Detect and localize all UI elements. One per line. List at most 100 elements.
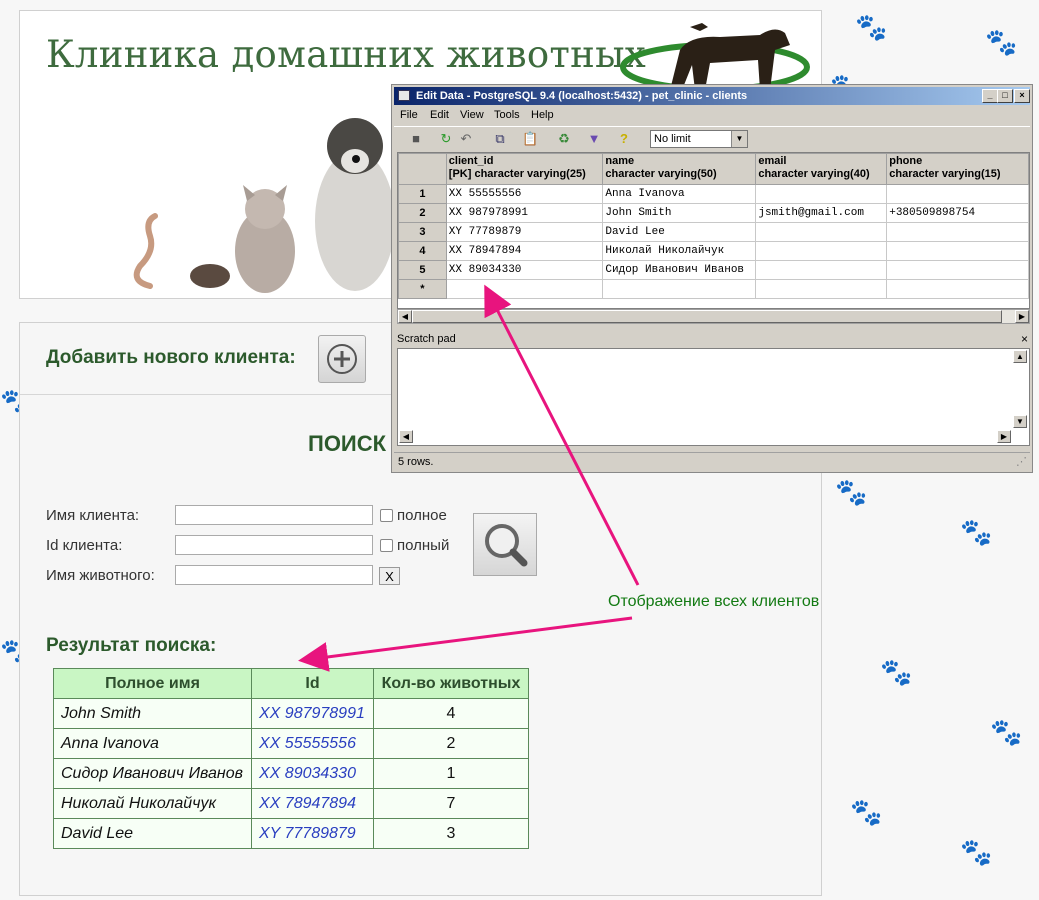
maximize-button[interactable]: □ bbox=[997, 89, 1013, 103]
grid-corner[interactable] bbox=[398, 153, 447, 185]
client-name-input[interactable] bbox=[175, 505, 373, 525]
scroll-right-icon[interactable]: ▶ bbox=[1015, 310, 1029, 323]
paw-print-icon: 🐾 bbox=[850, 798, 883, 828]
paw-print-icon: 🐾 bbox=[960, 838, 993, 868]
copy-icon[interactable]: ⧉ bbox=[492, 131, 508, 147]
new-row: * bbox=[398, 279, 1029, 299]
menu-help[interactable]: Help bbox=[531, 109, 554, 121]
scroll-left-icon[interactable]: ◀ bbox=[399, 430, 413, 443]
grid-cell[interactable]: John Smith bbox=[602, 203, 757, 223]
scroll-right-icon[interactable]: ▶ bbox=[997, 430, 1011, 443]
client-name-cell: Anna Ivanova bbox=[53, 728, 252, 759]
grid-cell[interactable] bbox=[445, 279, 604, 299]
row-number[interactable]: 5 bbox=[398, 260, 447, 280]
plus-icon bbox=[327, 344, 357, 374]
save-icon[interactable]: ■ bbox=[408, 131, 424, 147]
menu-tools[interactable]: Tools bbox=[494, 109, 520, 121]
row-number[interactable]: 1 bbox=[398, 184, 447, 204]
grid-cell[interactable]: XY 77789879 bbox=[445, 222, 604, 242]
grid-cell[interactable] bbox=[886, 184, 1029, 204]
chevron-down-icon: ▼ bbox=[731, 131, 747, 147]
table-row: Николай Николайчук XX 78947894 7 bbox=[53, 788, 529, 819]
scroll-left-icon[interactable]: ◀ bbox=[398, 310, 412, 323]
refresh-icon[interactable]: ↻ bbox=[438, 131, 454, 147]
grid-cell[interactable]: Anna Ivanova bbox=[602, 184, 757, 204]
grid-cell[interactable]: XX 987978991 bbox=[445, 203, 604, 223]
client-id-input[interactable] bbox=[175, 535, 373, 555]
client-id-link[interactable]: XX 89034330 bbox=[251, 758, 374, 789]
minimize-button[interactable]: _ bbox=[982, 89, 998, 103]
row-limit-select[interactable]: No limit ▼ bbox=[650, 130, 748, 148]
client-id-link[interactable]: XY 77789879 bbox=[251, 818, 374, 849]
table-row: Anna Ivanova XX 55555556 2 bbox=[53, 728, 529, 759]
grid-cell[interactable] bbox=[755, 279, 888, 299]
paw-print-icon: 🐾 bbox=[960, 518, 993, 548]
grid-cell[interactable]: Сидор Иванович Иванов bbox=[602, 260, 757, 280]
grid-cell[interactable] bbox=[755, 241, 888, 261]
column-name: client_id bbox=[448, 155, 494, 167]
search-button[interactable] bbox=[473, 513, 537, 576]
window-titlebar[interactable]: Edit Data - PostgreSQL 9.4 (localhost:54… bbox=[394, 87, 1030, 105]
clear-button[interactable]: X bbox=[379, 567, 400, 585]
full-id-checkbox-label: полный bbox=[397, 537, 450, 554]
pet-count-cell: 7 bbox=[373, 788, 529, 819]
data-grid: client_id [PK] character varying(25) name… bbox=[397, 152, 1030, 309]
grid-cell[interactable]: jsmith@gmail.com bbox=[755, 203, 888, 223]
grid-cell[interactable] bbox=[886, 241, 1029, 261]
grid-cell[interactable] bbox=[886, 279, 1029, 299]
grid-cell[interactable]: David Lee bbox=[602, 222, 757, 242]
column-type: character varying(50) bbox=[605, 168, 717, 180]
horizontal-scrollbar[interactable]: ◀ ▶ bbox=[397, 309, 1030, 324]
grid-column-header[interactable]: phone character varying(15) bbox=[886, 153, 1029, 185]
scrollbar-thumb[interactable] bbox=[412, 310, 1002, 323]
grid-cell[interactable]: XX 89034330 bbox=[445, 260, 604, 280]
table-row: John Smith XX 987978991 4 bbox=[53, 698, 529, 729]
grid-cell[interactable] bbox=[755, 184, 888, 204]
full-name-checkbox[interactable] bbox=[380, 509, 393, 522]
column-type: character varying(15) bbox=[889, 168, 1001, 180]
client-id-link[interactable]: XX 55555556 bbox=[251, 728, 374, 759]
close-button[interactable]: × bbox=[1014, 89, 1030, 103]
table-row: 3 XY 77789879 David Lee bbox=[398, 222, 1029, 242]
table-row: David Lee XY 77789879 3 bbox=[53, 818, 529, 849]
paste-icon[interactable]: 📋 bbox=[522, 131, 538, 147]
grid-cell[interactable] bbox=[755, 222, 888, 242]
paw-print-icon: 🐾 bbox=[880, 658, 913, 688]
menu-edit[interactable]: Edit bbox=[430, 109, 449, 121]
grid-cell[interactable] bbox=[602, 279, 757, 299]
grid-cell[interactable] bbox=[755, 260, 888, 280]
grid-cell[interactable] bbox=[886, 260, 1029, 280]
column-name: phone bbox=[889, 155, 923, 167]
column-name: email bbox=[758, 155, 787, 167]
client-name-cell: Сидор Иванович Иванов bbox=[53, 758, 252, 789]
scroll-down-icon[interactable]: ▼ bbox=[1013, 415, 1027, 428]
grid-cell[interactable]: +380509898754 bbox=[886, 203, 1029, 223]
help-icon[interactable]: ? bbox=[616, 131, 632, 147]
menu-view[interactable]: View bbox=[460, 109, 484, 121]
row-number[interactable]: 4 bbox=[398, 241, 447, 261]
add-client-button[interactable] bbox=[318, 335, 366, 383]
full-id-checkbox[interactable] bbox=[380, 539, 393, 552]
grid-cell[interactable]: Николай Николайчук bbox=[602, 241, 757, 261]
scratch-pad-textarea[interactable]: ▲ ▼ ◀ ▶ bbox=[397, 348, 1030, 446]
row-number[interactable]: 2 bbox=[398, 203, 447, 223]
grid-cell[interactable]: XX 78947894 bbox=[445, 241, 604, 261]
grid-column-header[interactable]: email character varying(40) bbox=[755, 153, 888, 185]
row-number[interactable]: * bbox=[398, 279, 447, 299]
grid-column-header[interactable]: name character varying(50) bbox=[602, 153, 757, 185]
filter-icon[interactable]: ▼ bbox=[586, 131, 602, 147]
pet-name-input[interactable] bbox=[175, 565, 373, 585]
scroll-up-icon[interactable]: ▲ bbox=[1013, 350, 1027, 363]
grid-column-header[interactable]: client_id [PK] character varying(25) bbox=[445, 153, 604, 185]
client-id-link[interactable]: XX 78947894 bbox=[251, 788, 374, 819]
row-number[interactable]: 3 bbox=[398, 222, 447, 242]
resize-grip-icon[interactable]: ⋰ bbox=[1016, 453, 1027, 471]
close-icon[interactable]: × bbox=[1021, 331, 1028, 347]
grid-cell[interactable] bbox=[886, 222, 1029, 242]
undo-icon[interactable]: ↶ bbox=[458, 131, 474, 147]
delete-icon[interactable]: ♻ bbox=[556, 131, 572, 147]
client-id-link[interactable]: XX 987978991 bbox=[251, 698, 374, 729]
grid-cell[interactable]: XX 55555556 bbox=[445, 184, 604, 204]
table-icon bbox=[398, 90, 410, 101]
menu-file[interactable]: File bbox=[400, 109, 418, 121]
